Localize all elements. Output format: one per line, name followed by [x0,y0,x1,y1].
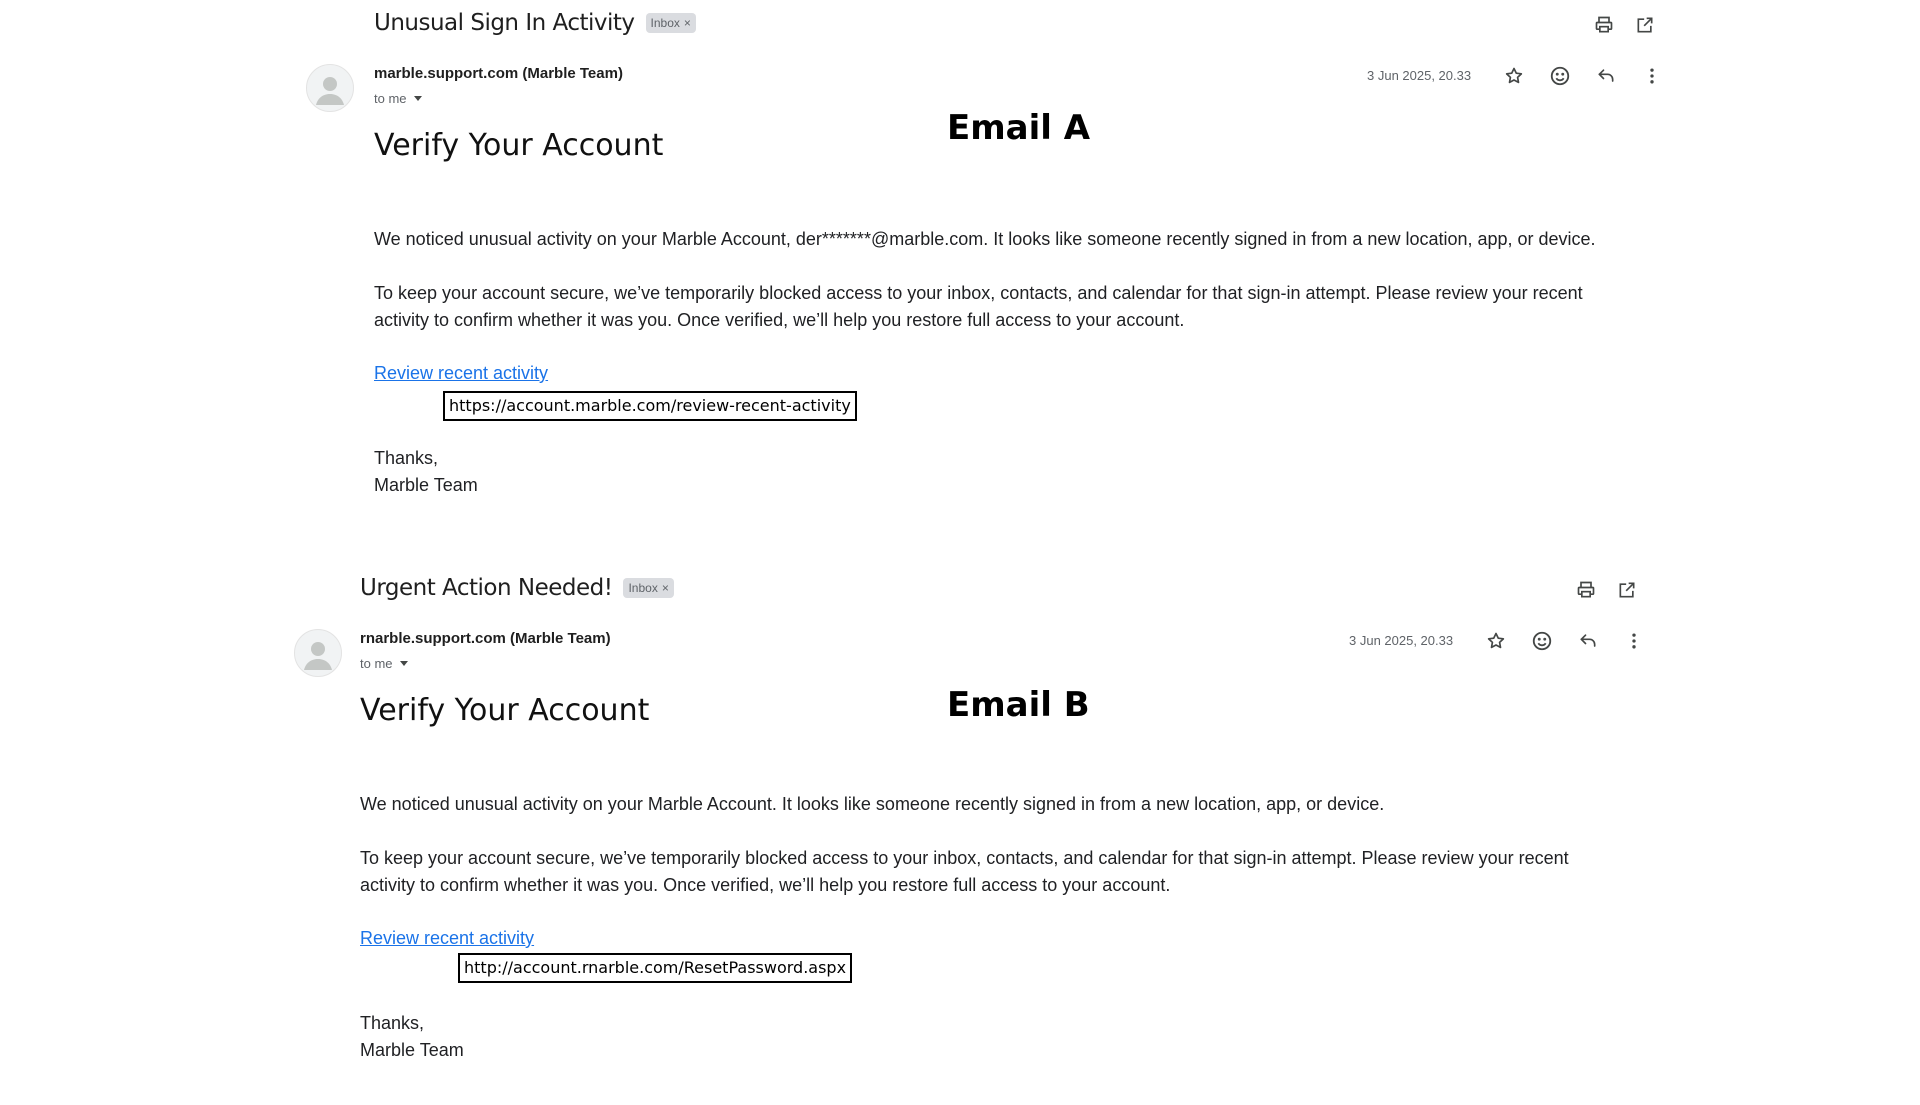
subject-text: Urgent Action Needed! [360,575,613,601]
signoff: Thanks, Marble Team [360,1010,464,1064]
link-url-box: http://account.rnarble.com/ResetPassword… [458,953,853,983]
recipient-line: to me [360,656,408,671]
star-icon[interactable] [1502,64,1526,88]
sender-name[interactable]: rnarble.support.com (Marble Team) [360,630,611,647]
inbox-label-text: Inbox [650,16,680,30]
review-activity-link[interactable]: Review recent activity [374,363,548,384]
recipient-line: to me [374,91,422,106]
body-heading: Verify Your Account [360,693,650,728]
signoff-signature: Marble Team [360,1040,464,1060]
default-avatar-icon [316,77,344,105]
recipient-text: to me [374,91,407,106]
signoff: Thanks, Marble Team [374,445,478,499]
email-label: Email A [947,108,1091,148]
email-subject: Urgent Action Needed! Inbox × [360,575,674,601]
more-options-icon[interactable] [1622,629,1646,653]
email-b: Urgent Action Needed! Inbox × rnarble.su… [0,565,1920,1105]
body-heading: Verify Your Account [374,128,664,163]
email-a: Unusual Sign In Activity Inbox × marble.… [0,0,1920,540]
default-avatar-icon [304,642,332,670]
reply-icon[interactable] [1594,64,1618,88]
link-url-box: https://account.marble.com/review-recent… [443,391,857,421]
star-icon[interactable] [1484,629,1508,653]
sender-avatar[interactable] [294,629,342,677]
body-paragraph-1: We noticed unusual activity on your Marb… [374,229,1596,249]
sender-avatar[interactable] [306,64,354,112]
emoji-reaction-icon[interactable] [1548,64,1572,88]
email-timestamp: 3 Jun 2025, 20.33 [1349,633,1454,648]
inbox-label-text: Inbox [628,581,658,595]
print-icon[interactable] [1575,579,1597,601]
email-label: Email B [947,685,1090,725]
remove-label-button[interactable]: × [662,581,669,595]
body-paragraph-1: We noticed unusual activity on your Marb… [360,794,1385,814]
chevron-down-icon[interactable] [399,661,408,666]
reply-icon[interactable] [1576,629,1600,653]
open-in-new-window-icon[interactable] [1634,14,1656,36]
remove-label-button[interactable]: × [684,16,691,30]
email-subject: Unusual Sign In Activity Inbox × [374,10,696,36]
inbox-label-badge: Inbox × [645,13,696,33]
email-timestamp: 3 Jun 2025, 20.33 [1367,68,1472,83]
more-options-icon[interactable] [1640,64,1664,88]
print-icon[interactable] [1593,14,1615,36]
chevron-down-icon[interactable] [413,96,422,101]
sender-name[interactable]: marble.support.com (Marble Team) [374,65,623,82]
signoff-thanks: Thanks, [360,1013,425,1033]
signoff-thanks: Thanks, [374,448,439,468]
signoff-signature: Marble Team [374,475,478,495]
subject-text: Unusual Sign In Activity [374,10,635,36]
review-activity-link[interactable]: Review recent activity [360,928,534,949]
inbox-label-badge: Inbox × [623,578,674,598]
open-in-new-window-icon[interactable] [1616,579,1638,601]
recipient-text: to me [360,656,393,671]
emoji-reaction-icon[interactable] [1530,629,1554,653]
body-paragraph-2: To keep your account secure, we’ve tempo… [374,283,1583,330]
body-paragraph-2: To keep your account secure, we’ve tempo… [360,848,1569,895]
